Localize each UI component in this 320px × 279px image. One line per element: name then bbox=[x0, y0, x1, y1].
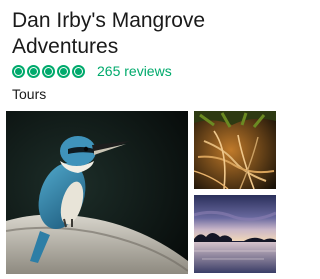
rating-bubble-icon bbox=[12, 64, 25, 78]
photo-mangrove-roots[interactable] bbox=[194, 111, 276, 189]
rating-bubbles bbox=[12, 64, 87, 78]
photo-main-kingfisher[interactable] bbox=[6, 111, 188, 274]
reviews-link[interactable]: 265 reviews bbox=[97, 63, 172, 79]
rating-bubble-icon bbox=[27, 64, 40, 78]
mangrove-image bbox=[194, 111, 276, 189]
kingfisher-image bbox=[6, 111, 188, 274]
rating-bubble-icon bbox=[42, 64, 55, 78]
listing-title[interactable]: Dan Irby's Mangrove Adventures bbox=[12, 8, 274, 60]
photo-sunset-water[interactable] bbox=[194, 195, 276, 273]
sunset-image bbox=[194, 195, 276, 273]
listing-card[interactable]: Dan Irby's Mangrove Adventures 265 revie… bbox=[0, 0, 280, 279]
category-label: Tours bbox=[12, 86, 47, 102]
rating-bubble-icon bbox=[57, 64, 70, 78]
rating-bubble-icon bbox=[72, 64, 85, 78]
rating-row[interactable]: 265 reviews bbox=[12, 62, 172, 80]
